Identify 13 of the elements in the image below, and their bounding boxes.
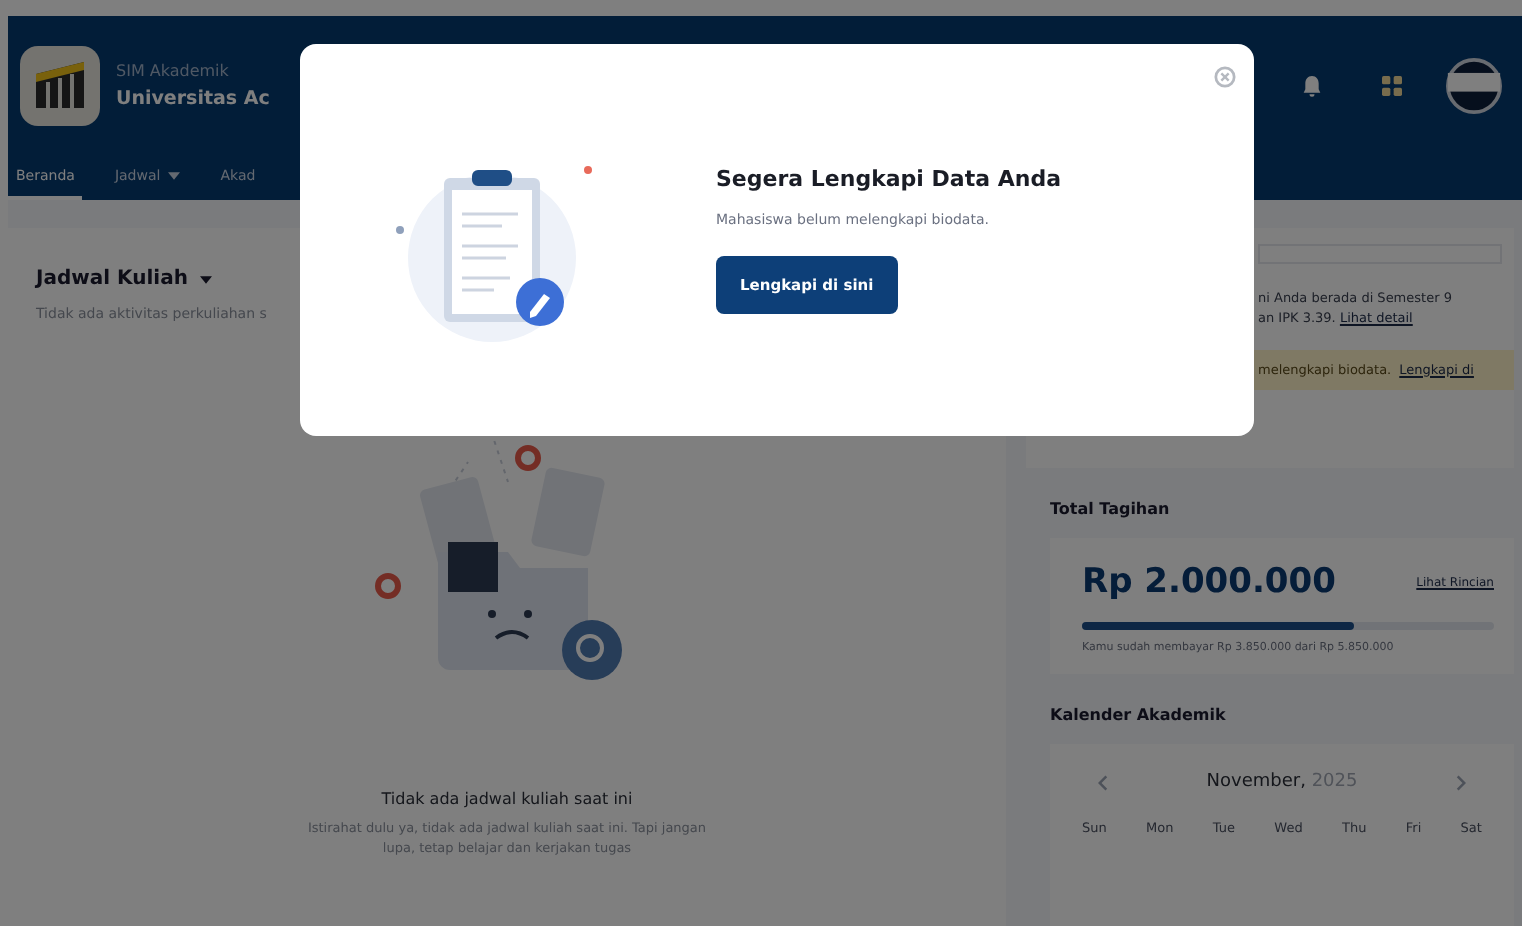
- bill-amount: Rp 2.000.000: [1082, 562, 1336, 602]
- section-title: Jadwal Kuliah: [36, 268, 188, 290]
- logo-icon[interactable]: [20, 46, 100, 126]
- empty-state-title: Tidak ada jadwal kuliah saat ini: [381, 790, 633, 808]
- modal-title: Segera Lengkapi Data Anda: [716, 166, 1061, 192]
- section-title: Total Tagihan: [1050, 500, 1172, 518]
- caret-icon[interactable]: [199, 275, 212, 283]
- grid-icon[interactable]: [1382, 76, 1402, 96]
- university-name: Universitas Ac: [116, 88, 270, 110]
- bell-icon[interactable]: [1302, 74, 1322, 98]
- avatar-icon[interactable]: [1446, 58, 1502, 114]
- app-label: SIM Akademik: [116, 62, 231, 80]
- section-title: Kalender Akademik: [1050, 706, 1228, 724]
